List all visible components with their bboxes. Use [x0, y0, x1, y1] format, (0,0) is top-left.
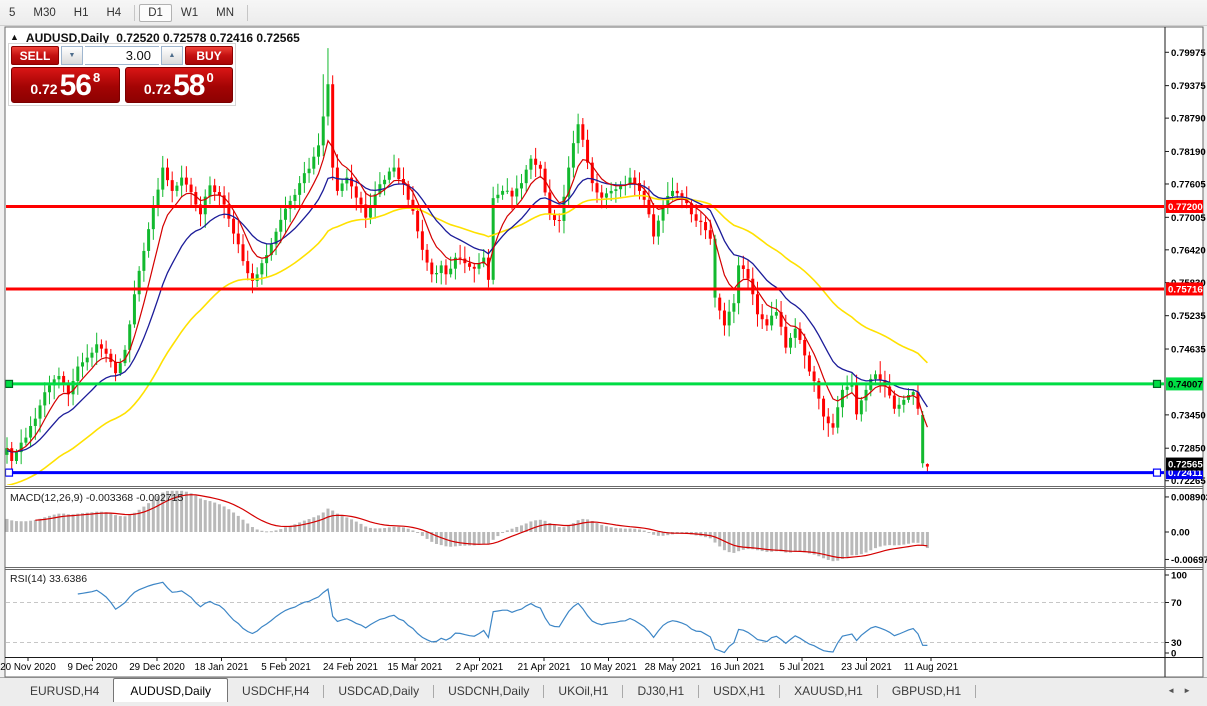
tab-usdchf-h4[interactable]: USDCHF,H4 — [228, 680, 323, 701]
svg-text:0.73450: 0.73450 — [1171, 410, 1206, 421]
tab-ukoil-h1[interactable]: UKOil,H1 — [544, 680, 622, 701]
bid-price-main: 56 — [60, 73, 91, 99]
scroll-right-icon[interactable]: ► — [1183, 686, 1199, 695]
chevron-up-icon: ▲ — [169, 52, 176, 59]
svg-text:0.78190: 0.78190 — [1171, 147, 1206, 158]
svg-text:0.74635: 0.74635 — [1171, 345, 1206, 356]
svg-text:23 Jul 2021: 23 Jul 2021 — [841, 662, 892, 673]
svg-text:15 Mar 2021: 15 Mar 2021 — [387, 662, 442, 673]
tab-usdx-h1[interactable]: USDX,H1 — [699, 680, 779, 701]
svg-text:0.77605: 0.77605 — [1171, 179, 1206, 190]
svg-text:0.75716: 0.75716 — [1168, 284, 1203, 295]
svg-text:18 Jan 2021: 18 Jan 2021 — [195, 662, 249, 673]
chart-tab-bar: EURUSD,H4 AUDUSD,Daily USDCHF,H4 USDCAD,… — [0, 677, 1207, 706]
svg-text:2 Apr 2021: 2 Apr 2021 — [456, 662, 503, 673]
svg-text:28 May 2021: 28 May 2021 — [645, 662, 702, 673]
volume-increase-button[interactable]: ▲ — [161, 46, 183, 65]
svg-text:0.77005: 0.77005 — [1171, 213, 1206, 224]
svg-text:0.76420: 0.76420 — [1171, 245, 1206, 256]
chevron-down-icon: ▼ — [69, 52, 76, 59]
tab-audusd-daily[interactable]: AUDUSD,Daily — [113, 678, 228, 702]
ask-price-prefix: 0.72 — [144, 81, 171, 97]
svg-text:0.79375: 0.79375 — [1171, 81, 1206, 92]
sell-button[interactable]: SELL — [11, 46, 59, 65]
bid-price-prefix: 0.72 — [30, 81, 57, 97]
one-click-trade-panel: SELL ▼ 3.00 ▲ BUY 0.72 56 8 0.72 58 0 — [8, 43, 236, 106]
svg-text:-0.00697: -0.00697 — [1171, 555, 1207, 566]
svg-text:11 Aug 2021: 11 Aug 2021 — [904, 662, 958, 673]
svg-text:0.79975: 0.79975 — [1171, 48, 1206, 59]
buy-button[interactable]: BUY — [185, 46, 233, 65]
tab-usdcnh-daily[interactable]: USDCNH,Daily — [434, 680, 543, 701]
bid-price-box[interactable]: 0.72 56 8 — [11, 67, 120, 103]
svg-text:0.77200: 0.77200 — [1168, 202, 1203, 213]
tab-scroll-arrows[interactable]: ◄► — [1167, 686, 1199, 695]
tab-dj30-h1[interactable]: DJ30,H1 — [623, 680, 698, 701]
volume-decrease-button[interactable]: ▼ — [61, 46, 83, 65]
ask-price-pip: 0 — [206, 70, 213, 85]
svg-text:0.008903: 0.008903 — [1171, 492, 1207, 503]
bid-price-pip: 8 — [93, 70, 100, 85]
ask-price-main: 58 — [173, 73, 204, 99]
svg-text:9 Dec 2020: 9 Dec 2020 — [67, 662, 118, 673]
svg-text:30: 30 — [1171, 638, 1182, 649]
scroll-left-icon[interactable]: ◄ — [1167, 686, 1183, 695]
svg-text:0.74007: 0.74007 — [1168, 379, 1203, 390]
svg-text:24 Feb 2021: 24 Feb 2021 — [323, 662, 378, 673]
svg-text:0.72850: 0.72850 — [1171, 444, 1206, 455]
svg-text:21 Apr 2021: 21 Apr 2021 — [518, 662, 571, 673]
svg-text:29 Dec 2020: 29 Dec 2020 — [129, 662, 185, 673]
svg-text:70: 70 — [1171, 598, 1182, 609]
ask-price-box[interactable]: 0.72 58 0 — [125, 67, 234, 103]
svg-text:0.00: 0.00 — [1171, 528, 1190, 539]
svg-text:16 Jun 2021: 16 Jun 2021 — [711, 662, 765, 673]
svg-text:0.78790: 0.78790 — [1171, 114, 1206, 125]
svg-text:0: 0 — [1171, 649, 1176, 660]
volume-input[interactable]: 3.00 — [85, 46, 159, 65]
svg-text:20 Nov 2020: 20 Nov 2020 — [0, 662, 56, 673]
tab-gbpusd-h1[interactable]: GBPUSD,H1 — [878, 680, 975, 701]
svg-text:5 Jul 2021: 5 Jul 2021 — [779, 662, 824, 673]
tab-usdcad-daily[interactable]: USDCAD,Daily — [324, 680, 433, 701]
svg-text:0.75235: 0.75235 — [1171, 311, 1206, 322]
svg-text:100: 100 — [1171, 571, 1187, 582]
tab-xauusd-h1[interactable]: XAUUSD,H1 — [780, 680, 877, 701]
svg-text:5 Feb 2021: 5 Feb 2021 — [261, 662, 311, 673]
svg-text:0.72565: 0.72565 — [1168, 460, 1203, 471]
tab-divider — [975, 685, 976, 698]
svg-text:10 May 2021: 10 May 2021 — [580, 662, 637, 673]
tab-eurusd-h4[interactable]: EURUSD,H4 — [16, 680, 113, 701]
